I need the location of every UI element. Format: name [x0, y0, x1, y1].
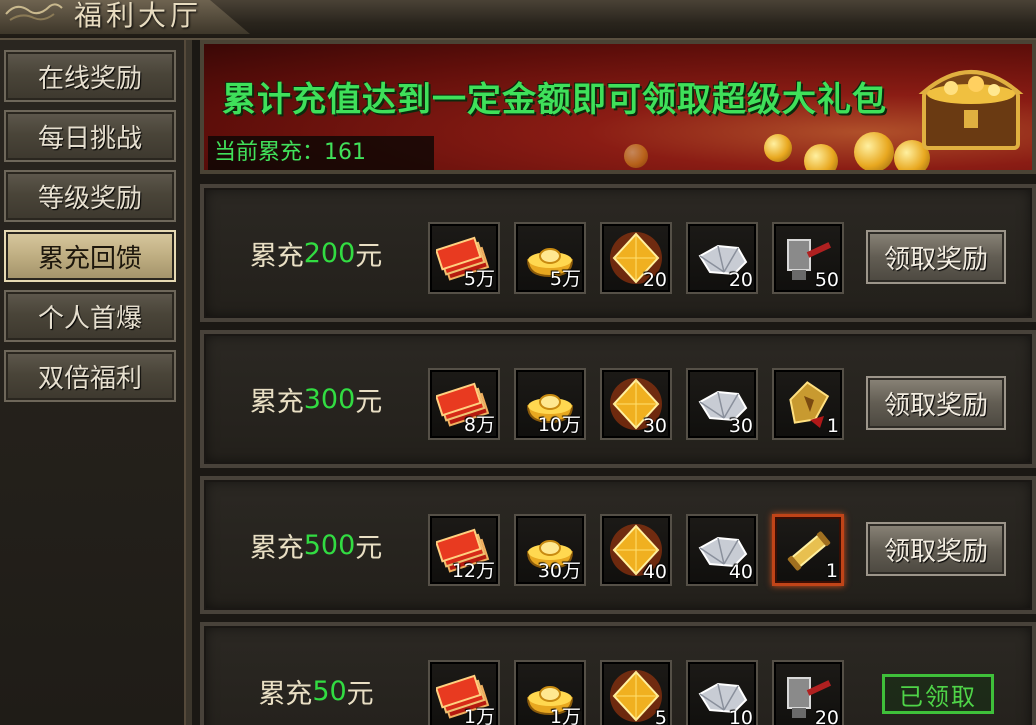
reward-slot[interactable]: 1万	[514, 660, 586, 725]
item-count: 20	[728, 269, 753, 291]
coin-decoration	[624, 144, 648, 168]
item-count: 5万	[549, 268, 581, 290]
reward-slot[interactable]: 1万	[428, 660, 500, 725]
item-count: 10	[728, 707, 753, 725]
window-title: 福利大厅	[74, 0, 203, 32]
sidebar-item-first-drop[interactable]: 个人首爆	[4, 290, 176, 342]
coin-decoration	[764, 134, 792, 162]
tier-suffix: 元	[355, 532, 383, 564]
sidebar-item-daily-challenge[interactable]: 每日挑战	[4, 110, 176, 162]
tier-prefix: 累充	[258, 678, 313, 710]
item-count: 1万	[549, 706, 581, 725]
reward-slot[interactable]: 12万	[428, 514, 500, 586]
sidebar-item-recharge-rebate[interactable]: 累充回馈	[4, 230, 176, 282]
item-count: 5万	[463, 268, 495, 290]
item-count: 5	[654, 707, 667, 725]
reward-slot[interactable]: 1	[772, 514, 844, 586]
reward-slot[interactable]: 5	[600, 660, 672, 725]
reward-slot[interactable]: 20	[686, 222, 758, 294]
reward-list: 累充200元 5万 5万 20 20 50 领取奖励 累充300元 8万	[200, 184, 1036, 725]
tier-prefix: 累充	[249, 532, 304, 564]
item-count: 12万	[451, 560, 495, 582]
tier-suffix: 元	[355, 240, 383, 272]
item-count: 1	[826, 415, 839, 437]
claimed-stamp: 已领取	[882, 674, 994, 714]
reward-slot[interactable]: 30万	[514, 514, 586, 586]
item-count: 20	[642, 269, 667, 291]
item-count: 40	[642, 561, 667, 583]
reward-slot[interactable]: 20	[772, 660, 844, 725]
item-count: 20	[814, 707, 839, 725]
reward-slot[interactable]: 30	[600, 368, 672, 440]
sidebar-item-online-reward[interactable]: 在线奖励	[4, 50, 176, 102]
banner-headline: 累计充值达到一定金额即可领取超级大礼包	[222, 80, 887, 120]
reward-slot[interactable]: 8万	[428, 368, 500, 440]
coin-decoration	[854, 132, 894, 170]
reward-row: 累充 300 元 8万 10万 30 30 1 领取奖励	[200, 330, 1036, 468]
reward-slot[interactable]: 40	[600, 514, 672, 586]
item-count: 30	[728, 415, 753, 437]
tier-label: 累充 200 元	[216, 188, 416, 318]
tier-suffix: 元	[355, 386, 383, 418]
coin-decoration	[804, 144, 838, 170]
reward-slot[interactable]: 5万	[514, 222, 586, 294]
title-bar: 福利大厅	[0, 0, 1036, 40]
tier-prefix: 累充	[249, 240, 304, 272]
claim-reward-button[interactable]: 领取奖励	[866, 522, 1006, 576]
reward-slot[interactable]: 20	[600, 222, 672, 294]
sidebar-item-level-reward[interactable]: 等级奖励	[4, 170, 176, 222]
item-count: 40	[728, 561, 753, 583]
item-count: 1万	[463, 706, 495, 725]
sidebar-item-double-bonus[interactable]: 双倍福利	[4, 350, 176, 402]
tier-amount: 500	[303, 529, 356, 561]
tier-suffix: 元	[346, 678, 374, 710]
item-count: 30万	[537, 560, 581, 582]
reward-slot[interactable]: 50	[772, 222, 844, 294]
dragon-ornament-icon	[5, 3, 63, 21]
treasure-chest-icon	[918, 70, 1024, 150]
reward-row: 累充 50 元 1万 1万 5 10 20 已领取	[200, 622, 1036, 725]
tier-label: 累充 300 元	[216, 334, 416, 464]
reward-slot[interactable]: 5万	[428, 222, 500, 294]
tier-amount: 300	[303, 383, 356, 415]
tier-label: 累充 50 元	[216, 626, 416, 725]
claim-reward-button[interactable]: 领取奖励	[866, 230, 1006, 284]
item-count: 10万	[537, 414, 581, 436]
reward-slot[interactable]: 30	[686, 368, 758, 440]
item-count: 50	[814, 269, 839, 291]
sidebar: 在线奖励 每日挑战 等级奖励 累充回馈 个人首爆 双倍福利	[0, 40, 192, 725]
current-recharge-value: 161	[324, 140, 367, 165]
promo-banner: 累计充值达到一定金额即可领取超级大礼包 当前累充：161	[200, 40, 1036, 174]
reward-slot[interactable]: 1	[772, 368, 844, 440]
reward-row: 累充 500 元 12万 30万 40 40 1 领取奖励	[200, 476, 1036, 614]
item-count: 30	[642, 415, 667, 437]
item-count: 1	[825, 560, 838, 582]
reward-slot[interactable]: 10	[686, 660, 758, 725]
current-recharge-label: 当前累充：	[214, 140, 325, 165]
claim-reward-button[interactable]: 领取奖励	[866, 376, 1006, 430]
tier-label: 累充 500 元	[216, 480, 416, 610]
tier-amount: 200	[303, 237, 356, 269]
tier-amount: 50	[312, 675, 347, 707]
reward-slot[interactable]: 10万	[514, 368, 586, 440]
tier-prefix: 累充	[249, 386, 304, 418]
item-count: 8万	[463, 414, 495, 436]
reward-row: 累充 200 元 5万 5万 20 20 50 领取奖励	[200, 184, 1036, 322]
reward-slot[interactable]: 40	[686, 514, 758, 586]
current-recharge: 当前累充：161	[208, 136, 434, 170]
